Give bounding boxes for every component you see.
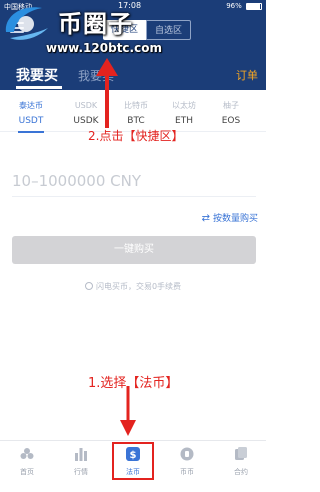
coin-name: 泰达币 [19,101,43,110]
one-click-buy-button[interactable]: 一键购买 [12,236,256,264]
chart-bars-icon [75,448,87,461]
nav-label: 合约 [234,468,248,476]
nav-label: 币币 [180,468,194,476]
coin-name: 柚子 [223,101,239,110]
annotation-arrow-down-icon [120,386,136,436]
coin-tab-eos[interactable]: 柚子 EOS [209,100,253,128]
fee-note-text: 闪电买币，交易0手续费 [95,282,182,291]
annotation-step-2: 2.点击【快捷区】 [88,129,184,143]
home-icon [20,448,34,459]
battery-percent: 96% [226,2,242,10]
tab-buy[interactable]: 我要买 [16,65,58,85]
watermark-logo-icon [5,7,48,40]
coin-name: 以太坊 [172,101,196,110]
coin-icon [180,447,194,461]
nav-label: 首页 [20,468,34,476]
nav-home[interactable]: 首页 [7,447,47,477]
tab-buy-indicator [16,86,62,89]
nav-contract[interactable]: 合约 [221,447,261,477]
watermark-title: 币圈子 [58,10,133,38]
switch-icon: ⇄ [201,213,210,224]
annotation-arrow-up-icon [96,58,118,128]
clock-icon [84,282,93,290]
watermark-url: www.120btc.com [46,41,162,55]
orders-link[interactable]: 订单 [236,67,258,83]
nav-label: 行情 [74,468,88,476]
amount-underline [12,196,256,197]
coin-symbol: ETH [175,116,193,126]
nav-coin[interactable]: 币币 [167,447,207,477]
annotation-highlight-box [112,442,154,480]
amount-input[interactable]: 10–1000000 CNY [12,172,141,190]
coin-symbol: EOS [221,116,241,126]
nav-market[interactable]: 行情 [61,447,101,477]
fee-note: 闪电买币，交易0手续费 [0,281,266,292]
contract-icon [235,447,247,460]
coin-tab-eth[interactable]: 以太坊 ETH [162,100,206,128]
segment-self-select[interactable]: 自选区 [146,20,192,40]
battery-status: 96% [226,2,262,10]
buy-by-quantity-label: 按数量购买 [212,214,258,224]
coin-tab-usdt[interactable]: 泰达币 USDT [9,100,53,128]
coin-active-indicator [18,131,44,133]
battery-icon [246,2,262,10]
coin-symbol: USDT [18,116,44,126]
buy-by-quantity-link[interactable]: ⇄ 按数量购买 [202,211,258,224]
